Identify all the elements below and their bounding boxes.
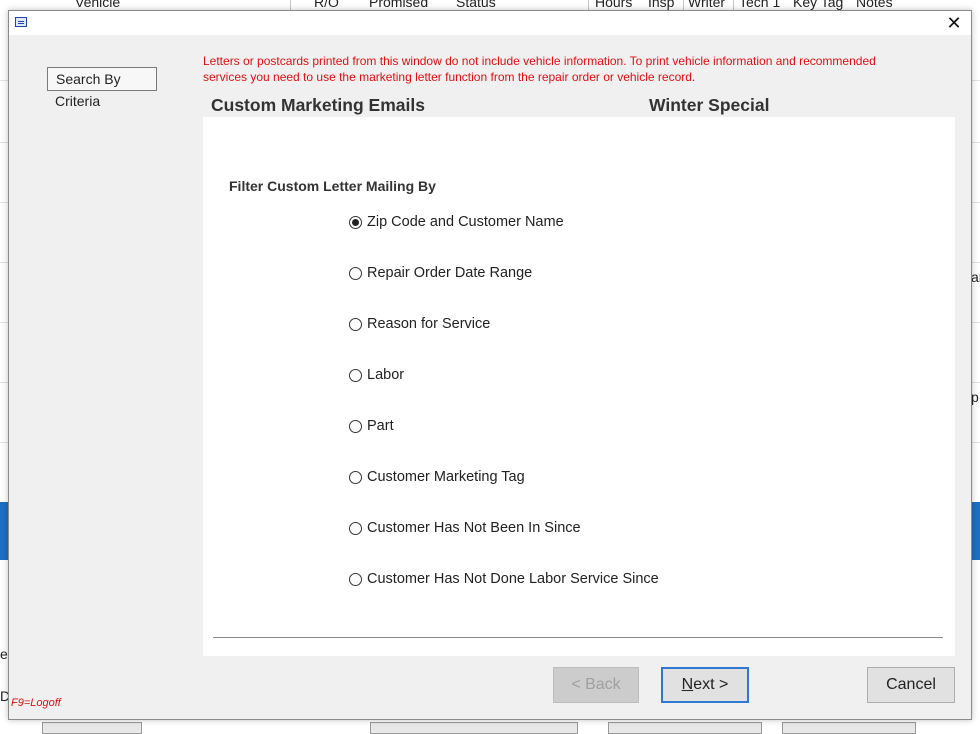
edge-text-fragment: e [0,646,8,662]
background-button[interactable] [370,722,578,734]
cancel-button[interactable]: Cancel [867,667,955,703]
search-by-label: Search By [56,71,121,87]
title-bar: ✕ [9,11,971,35]
column-divider [683,0,684,10]
radio-button[interactable] [349,573,362,586]
close-icon: ✕ [946,13,962,33]
back-button[interactable]: < Back [553,667,639,703]
radio-button[interactable] [349,267,362,280]
radio-label: Part [367,418,394,434]
radio-button[interactable] [349,471,362,484]
radio-button[interactable] [349,318,362,331]
column-divider [588,0,589,10]
app-icon [15,17,27,27]
background-button[interactable] [608,722,762,734]
f9-logoff-hint: F9=Logoff [11,697,61,709]
radio-label: Labor [367,367,405,383]
filter-title: Filter Custom Letter Mailing By [229,178,436,194]
edge-text-fragment: p [971,389,979,405]
edge-text-fragment: ar [971,269,980,285]
campaign-name: Winter Special [649,95,770,115]
column-divider [733,0,734,10]
column-divider [290,0,291,10]
radio-label: Zip Code and Customer Name [367,214,564,230]
radio-label: Repair Order Date Range [367,265,533,281]
background-button[interactable] [782,722,916,734]
radio-label: Customer Has Not Been In Since [367,520,581,536]
next-button-label: ext > [693,676,729,693]
radio-button[interactable] [349,420,362,433]
panel-divider [213,637,943,638]
filter-panel: Filter Custom Letter Mailing By Zip Code… [203,117,955,656]
notice-text: Letters or postcards printed from this w… [203,54,876,84]
radio-label: Reason for Service [367,316,491,332]
radio-button-selected[interactable] [349,216,362,229]
close-button[interactable]: ✕ [939,11,969,35]
radio-button[interactable] [349,522,362,535]
page-title: Custom Marketing Emails [211,95,425,115]
next-button-accelerator: N [681,676,694,693]
search-by-box[interactable]: Search By [47,67,157,91]
radio-label: Customer Marketing Tag [367,469,525,485]
marketing-dialog: ✕ Search By Criteria Letters or postcard… [8,10,972,720]
background-button[interactable] [42,722,142,734]
next-button[interactable]: Next > [661,667,749,703]
radio-button[interactable] [349,369,362,382]
criteria-label: Criteria [55,93,101,109]
radio-label: Customer Has Not Done Labor Service Sinc… [367,571,659,587]
